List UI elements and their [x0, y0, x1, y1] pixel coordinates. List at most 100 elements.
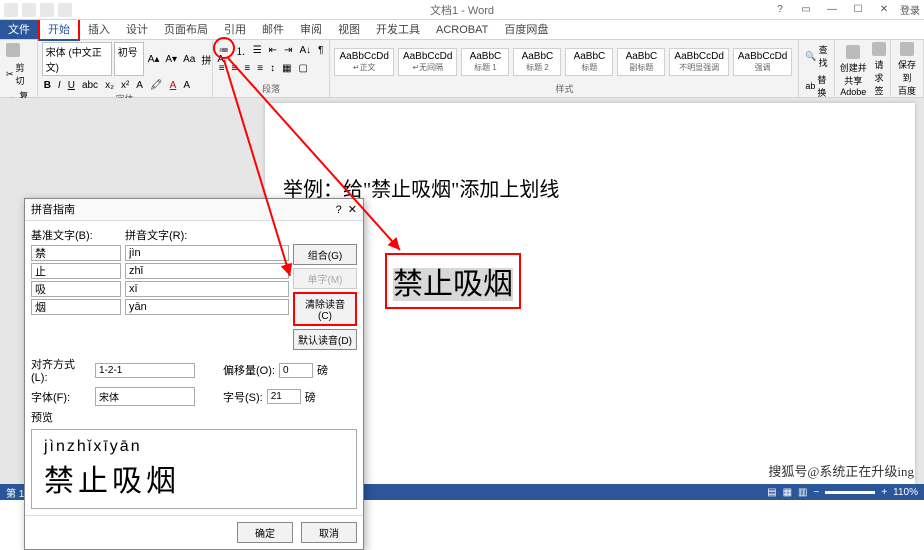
base-text-2[interactable]	[31, 281, 121, 297]
tab-review[interactable]: 审阅	[292, 20, 330, 39]
minimize-icon[interactable]: —	[822, 4, 842, 15]
ruby-text-0[interactable]	[125, 245, 289, 261]
replace-button[interactable]: ab 替换	[803, 72, 829, 100]
find-button[interactable]: 🔍 查找	[803, 42, 829, 70]
group-label: 样式	[334, 82, 794, 95]
cut-button[interactable]: ✂ 剪切	[4, 60, 33, 88]
dialog-titlebar[interactable]: 拼音指南 ? ✕	[25, 199, 363, 221]
view-read-icon[interactable]: ▦	[783, 487, 792, 498]
decrease-indent-button[interactable]: ⇤	[267, 42, 279, 59]
dialog-help-icon[interactable]: ?	[336, 199, 342, 220]
zoom-out-icon[interactable]: −	[813, 487, 819, 498]
zoom-in-icon[interactable]: +	[881, 487, 887, 498]
tab-references[interactable]: 引用	[216, 20, 254, 39]
paste-button[interactable]	[4, 42, 22, 58]
justify-button[interactable]: ≡	[255, 62, 265, 75]
bullets-button[interactable]: ≔	[217, 42, 231, 59]
tab-developer[interactable]: 开发工具	[368, 20, 428, 39]
close-icon[interactable]: ✕	[874, 4, 894, 15]
italic-button[interactable]: I	[56, 79, 63, 92]
style-item-5[interactable]: AaBbC副标题	[617, 48, 665, 76]
cancel-button[interactable]: 取消	[301, 522, 357, 543]
align-center-button[interactable]: ≡	[230, 62, 240, 75]
style-item-1[interactable]: AaBbCcDd↵无间隔	[398, 48, 457, 76]
dialog-close-icon[interactable]: ✕	[348, 199, 357, 220]
style-item-6[interactable]: AaBbCcDd不明显强调	[669, 48, 728, 76]
paste-icon	[6, 43, 20, 57]
tab-design[interactable]: 设计	[118, 20, 156, 39]
sort-button[interactable]: A↓	[297, 42, 313, 59]
multilevel-button[interactable]: ☰	[251, 42, 264, 59]
align-left-button[interactable]: ≡	[217, 62, 227, 75]
single-button[interactable]: 单字(M)	[293, 268, 357, 289]
shrink-font-button[interactable]: A▾	[163, 42, 179, 76]
group-paragraph: ≔ ⒈ ☰ ⇤ ⇥ A↓ ¶ ≡ ≡ ≡ ≡ ↕ ▦ ▢ 段落	[213, 40, 331, 97]
view-web-icon[interactable]: ▥	[798, 487, 807, 498]
style-item-0[interactable]: AaBbCcDd↵正文	[334, 48, 393, 76]
save-icon[interactable]	[22, 3, 36, 17]
grow-font-button[interactable]: A▴	[146, 42, 162, 76]
shading-button[interactable]: ▦	[280, 62, 293, 75]
undo-icon[interactable]	[40, 3, 54, 17]
combine-button[interactable]: 组合(G)	[293, 244, 357, 265]
ok-button[interactable]: 确定	[237, 522, 293, 543]
phonetic-guide-button[interactable]: 拼	[199, 42, 213, 76]
size-label: 字号(S):	[223, 389, 263, 405]
highlight-button[interactable]: 🖍	[148, 79, 165, 92]
tab-view[interactable]: 视图	[330, 20, 368, 39]
ribbon-options-icon[interactable]: ▭	[796, 4, 816, 15]
border-button[interactable]: ▢	[297, 62, 310, 75]
font-color-button[interactable]: A	[168, 79, 179, 92]
strike-button[interactable]: abc	[80, 79, 100, 92]
superscript-button[interactable]: x²	[119, 79, 131, 92]
subscript-button[interactable]: x₂	[103, 79, 116, 92]
text-effects-button[interactable]: A	[134, 79, 145, 92]
group-clipboard: ✂ 剪切 📋 复制 🖌 格式刷 剪贴板	[0, 40, 38, 97]
font-name-select[interactable]: 宋体 (中文正文)	[42, 42, 112, 76]
style-item-4[interactable]: AaBbC标题	[565, 48, 613, 76]
maximize-icon[interactable]: ☐	[848, 4, 868, 15]
change-case-button[interactable]: Aa	[181, 42, 197, 76]
redo-icon[interactable]	[58, 3, 72, 17]
ruby-text-1[interactable]	[125, 263, 289, 279]
selected-text: 禁止吸烟	[393, 268, 513, 301]
offset-input[interactable]: 0	[279, 363, 313, 378]
tab-file[interactable]: 文件	[0, 20, 38, 39]
ribbon-tabs: 文件 开始 插入 设计 页面布局 引用 邮件 审阅 视图 开发工具 ACROBA…	[0, 20, 924, 40]
increase-indent-button[interactable]: ⇥	[282, 42, 294, 59]
style-item-7[interactable]: AaBbCcDd强调	[733, 48, 792, 76]
show-marks-button[interactable]: ¶	[316, 42, 325, 59]
align-right-button[interactable]: ≡	[242, 62, 252, 75]
align-select[interactable]: 1-2-1	[95, 363, 195, 378]
ruby-text-3[interactable]	[125, 299, 289, 315]
base-text-0[interactable]	[31, 245, 121, 261]
group-editing: 🔍 查找 ab 替换 ▭ 选择 编辑	[799, 40, 834, 97]
window-title: 文档1 - Word	[430, 2, 494, 18]
font-size-select[interactable]: 初号	[114, 42, 144, 76]
style-item-3[interactable]: AaBbC标题 2	[513, 48, 561, 76]
ruby-text-2[interactable]	[125, 281, 289, 297]
numbering-button[interactable]: ⒈	[234, 42, 248, 59]
line-spacing-button[interactable]: ↕	[268, 62, 277, 75]
bold-button[interactable]: B	[42, 79, 53, 92]
login-link[interactable]: 登录	[900, 2, 920, 17]
font-select[interactable]: 宋体	[95, 387, 195, 406]
char-shading-button[interactable]: A	[181, 79, 192, 92]
tab-insert[interactable]: 插入	[80, 20, 118, 39]
tab-acrobat[interactable]: ACROBAT	[428, 20, 496, 39]
base-text-3[interactable]	[31, 299, 121, 315]
base-text-1[interactable]	[31, 263, 121, 279]
size-input[interactable]: 21	[267, 389, 301, 404]
zoom-level[interactable]: 110%	[893, 487, 918, 498]
default-reading-button[interactable]: 默认读音(D)	[293, 329, 357, 350]
tab-mailings[interactable]: 邮件	[254, 20, 292, 39]
tab-baidu[interactable]: 百度网盘	[496, 20, 556, 39]
clear-reading-button[interactable]: 清除读音(C)	[293, 292, 357, 326]
zoom-slider[interactable]	[825, 491, 875, 494]
tab-home[interactable]: 开始	[38, 18, 80, 41]
view-print-icon[interactable]: ▤	[767, 487, 776, 498]
underline-button[interactable]: U	[66, 79, 77, 92]
style-item-2[interactable]: AaBbC标题 1	[461, 48, 509, 76]
tab-layout[interactable]: 页面布局	[156, 20, 216, 39]
help-icon[interactable]: ?	[770, 4, 790, 15]
